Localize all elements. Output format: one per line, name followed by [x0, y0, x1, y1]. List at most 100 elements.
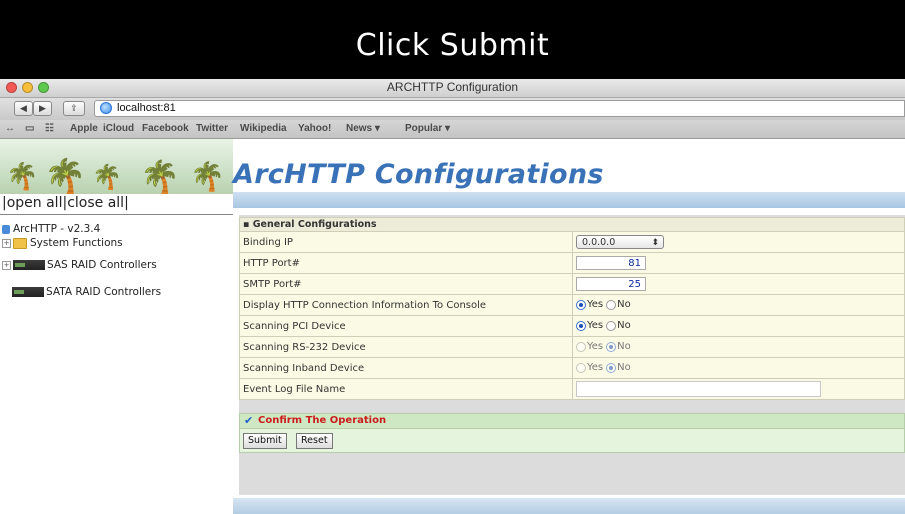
scan-inband-no-radio[interactable] [606, 362, 617, 373]
table-row: Binding IP 0.0.0.0 [239, 231, 905, 253]
title-strip [233, 192, 905, 208]
binding-ip-label: Binding IP [239, 231, 573, 253]
main-frame: ArcHTTP Configurations ▪ General Configu… [233, 139, 905, 514]
table-row: Display HTTP Connection Information To C… [239, 294, 905, 316]
window-title: ARCHTTP Configuration [386, 80, 519, 94]
nav-divider [0, 214, 233, 215]
scan-rs232-yes-radio[interactable] [576, 341, 586, 352]
table-row: Event Log File Name [239, 378, 905, 400]
page-title: ArcHTTP Configurations [233, 159, 604, 190]
raid-card-icon [12, 287, 44, 297]
display-http-yes-label: Yes [587, 299, 604, 311]
submit-button[interactable]: Submit [243, 433, 287, 449]
browser-toolbar: ◀ ▶ ⇪ localhost:81 [0, 98, 905, 120]
display-http-no-label: No [617, 299, 631, 311]
smtp-port-label: SMTP Port# [239, 273, 573, 295]
table-row: HTTP Port# 81 [239, 252, 905, 274]
config-panel: ▪ General Configurations Binding IP 0.0.… [239, 215, 905, 495]
bookmark-twitter[interactable]: Twitter [196, 123, 228, 134]
address-bar[interactable]: localhost:81 [94, 100, 905, 117]
scan-inband-yes-radio[interactable] [576, 362, 586, 373]
forward-arrow-icon: ▶ [39, 104, 46, 114]
open-all-link[interactable]: open all [7, 195, 63, 211]
bookmarks-bar: ↔ ▭ ☷ Apple iCloud Facebook Twitter Wiki… [0, 120, 905, 139]
palm-tree-icon: 🌴 [190, 160, 225, 193]
scan-pci-yes-radio[interactable] [576, 320, 586, 331]
top-sites-grid-icon[interactable]: ☷ [45, 123, 54, 134]
back-arrow-icon: ◀ [20, 104, 27, 114]
config-table: ▪ General Configurations Binding IP 0.0.… [239, 217, 905, 400]
palm-tree-icon: 🌴 [140, 158, 180, 194]
bookmark-yahoo[interactable]: Yahoo! [298, 123, 331, 134]
close-all-link[interactable]: close all [67, 195, 124, 211]
raid-card-icon [13, 260, 45, 270]
tree-item-sas[interactable]: + SAS RAID Controllers [2, 259, 157, 271]
smtp-port-input[interactable]: 25 [576, 277, 646, 291]
expand-plus-icon[interactable]: + [2, 238, 11, 248]
tree-item-system-functions[interactable]: + System Functions [2, 237, 123, 249]
scan-pci-no-radio[interactable] [606, 320, 617, 331]
expand-plus-icon[interactable]: + [2, 260, 11, 270]
section-header: ▪ General Configurations [239, 217, 905, 232]
browser-window: ARCHTTP Configuration ◀ ▶ ⇪ localhost:81… [0, 79, 905, 514]
event-log-input[interactable] [576, 381, 821, 397]
event-log-label: Event Log File Name [239, 378, 573, 400]
left-nav-frame: 🌴 🌴 🌴 🌴 🌴 |open all|close all| ArcHTTP -… [0, 139, 233, 514]
video-caption: Click Submit [0, 0, 905, 79]
bookmark-news[interactable]: News ▾ [346, 123, 380, 134]
scan-rs232-no-radio[interactable] [606, 341, 617, 352]
scan-inband-yes-label: Yes [587, 362, 604, 374]
display-http-yes-radio[interactable] [576, 299, 586, 310]
bookmark-facebook[interactable]: Facebook [142, 123, 189, 134]
button-row: Submit Reset [239, 429, 905, 453]
scan-inband-no-label: No [617, 362, 631, 374]
display-http-label: Display HTTP Connection Information To C… [239, 294, 573, 316]
tree-label-system-functions: System Functions [30, 237, 123, 249]
tree-root[interactable]: ArcHTTP - v2.3.4 [2, 223, 100, 235]
scan-rs232-yes-label: Yes [587, 341, 604, 353]
section-header-text: General Configurations [252, 219, 377, 230]
window-titlebar: ARCHTTP Configuration [0, 79, 905, 98]
table-row: Scanning PCI Device Yes No [239, 315, 905, 337]
scan-rs232-no-label: No [617, 341, 631, 353]
confirm-row: ✔ Confirm The Operation [239, 413, 905, 429]
arc-root-icon [2, 224, 10, 234]
palm-tree-icon: 🌴 [6, 162, 39, 192]
tree-root-label: ArcHTTP - v2.3.4 [13, 223, 101, 235]
scan-pci-label: Scanning PCI Device [239, 315, 573, 337]
scan-pci-yes-label: Yes [587, 320, 604, 332]
confirm-label: Confirm The Operation [258, 415, 387, 426]
table-row: SMTP Port# 25 [239, 273, 905, 295]
scan-inband-label: Scanning Inband Device [239, 357, 573, 379]
reading-list-icon[interactable]: ↔ [5, 123, 15, 134]
http-port-label: HTTP Port# [239, 252, 573, 274]
web-page: 🌴 🌴 🌴 🌴 🌴 |open all|close all| ArcHTTP -… [0, 139, 905, 514]
bottom-strip [233, 498, 905, 514]
bookmarks-book-icon[interactable]: ▭ [25, 123, 34, 134]
scan-pci-no-label: No [617, 320, 631, 332]
bookmark-wikipedia[interactable]: Wikipedia [240, 123, 287, 134]
display-http-no-radio[interactable] [606, 299, 617, 310]
share-button[interactable]: ⇪ [63, 101, 85, 116]
binding-ip-select[interactable]: 0.0.0.0 [576, 235, 664, 250]
globe-icon [100, 102, 112, 114]
palm-tree-icon: 🌴 [92, 163, 122, 191]
address-text: localhost:81 [117, 102, 176, 114]
http-port-input[interactable]: 81 [576, 256, 646, 270]
bookmark-icloud[interactable]: iCloud [103, 123, 134, 134]
reset-button[interactable]: Reset [296, 433, 333, 449]
tree-label-sata: SATA RAID Controllers [46, 286, 162, 298]
table-row: Scanning Inband Device Yes No [239, 357, 905, 379]
bookmark-popular[interactable]: Popular ▾ [405, 123, 450, 134]
palm-tree-icon: 🌴 [44, 157, 87, 194]
tree-label-sas: SAS RAID Controllers [47, 259, 157, 271]
table-row: Scanning RS-232 Device Yes No [239, 336, 905, 358]
forward-button[interactable]: ▶ [33, 101, 52, 116]
scan-rs232-label: Scanning RS-232 Device [239, 336, 573, 358]
tree-item-sata[interactable]: SATA RAID Controllers [12, 286, 161, 298]
back-button[interactable]: ◀ [14, 101, 33, 116]
bookmark-apple[interactable]: Apple [70, 123, 98, 134]
share-icon: ⇪ [70, 104, 78, 114]
confirm-checkbox[interactable]: ✔ [244, 415, 254, 426]
folder-icon [13, 237, 27, 249]
